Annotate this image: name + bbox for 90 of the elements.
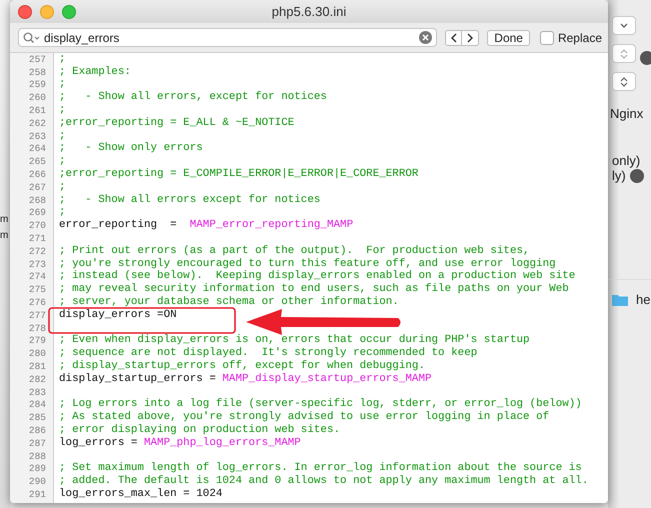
search-field[interactable]: display_errors <box>18 28 438 47</box>
code-line: ; As stated above, you're strongly advised to use error logging in place of <box>59 412 550 424</box>
line-number: 287 <box>28 438 46 449</box>
code-line: error_reporting = MAMP_error_reporting_MAMP <box>59 220 354 232</box>
line-number: 266 <box>28 169 46 180</box>
line-number: 290 <box>28 476 46 488</box>
background-text: ly) <box>612 168 626 183</box>
background-text: he <box>636 292 650 307</box>
code-line: log_errors_max_len = 1024 <box>59 488 222 500</box>
line-number: 261 <box>28 105 46 116</box>
previous-button[interactable] <box>445 30 462 46</box>
code-line: ; error displaying on production web sites. <box>59 425 340 436</box>
code-line: ; <box>59 182 66 193</box>
chevron-right-icon <box>466 32 474 42</box>
code-line: ; instead (see below). Keeping display_errors enabled on a production web site <box>59 271 576 282</box>
stepper-icon <box>620 76 628 86</box>
clear-icon[interactable] <box>419 31 432 44</box>
code-line: ; sequence are not displayed. It's strongly recommended to keep <box>59 348 478 360</box>
line-number: 273 <box>28 258 46 270</box>
line-number: 270 <box>28 220 46 232</box>
next-button[interactable] <box>462 30 480 46</box>
code-line: ;error_reporting = E_ALL & ~E_NOTICE <box>59 118 294 129</box>
replace-checkbox[interactable] <box>540 30 554 44</box>
code-line: ; Log errors into a log file (server-specific log, stderr, or error_log (below)) <box>59 399 582 410</box>
line-number: 282 <box>28 374 46 385</box>
code-line: ; - Show only errors <box>59 143 203 154</box>
line-number: 278 <box>28 322 46 334</box>
line-number: 259 <box>28 79 46 90</box>
code-line: ; display_startup_errors off, except for when debugging. <box>59 361 425 372</box>
line-number: 280 <box>28 348 46 360</box>
line-number: 286 <box>28 425 46 436</box>
code-line: ; added. The default is 1024 and 0 allows to not apply any maximum length at all. <box>59 476 588 488</box>
line-number: 275 <box>28 284 46 296</box>
line-number: 271 <box>28 233 46 244</box>
line-number: 262 <box>28 118 46 129</box>
zoom-button[interactable] <box>62 4 76 18</box>
line-number: 285 <box>28 412 46 424</box>
line-number: 284 <box>28 399 46 410</box>
code-line: ; Even when display_errors is on, errors that occur during PHP's startup <box>59 335 530 346</box>
background-text: only) <box>612 153 642 168</box>
code-line: ; <box>59 105 66 116</box>
code-line: ; - Show all errors, except for notices <box>59 92 327 104</box>
line-number: 258 <box>28 66 46 78</box>
background-text: m <box>0 230 10 241</box>
line-number: 260 <box>28 92 46 104</box>
code-line: ; Set maximum length of log_errors. In error_log information about the source is <box>59 463 582 474</box>
code-line: ; Print out errors (as a part of the output). For production web sites, <box>59 246 530 257</box>
background-text: m <box>0 214 10 225</box>
line-number: 272 <box>28 246 46 257</box>
close-button[interactable] <box>18 4 32 18</box>
code-line: ; server, your database schema or other information. <box>59 297 399 308</box>
line-number: 281 <box>28 361 46 372</box>
minimize-button[interactable] <box>40 4 54 18</box>
stepper-icon <box>620 48 628 58</box>
background-text: Nginx <box>610 106 644 121</box>
line-number: 269 <box>28 207 46 218</box>
line-number: 276 <box>28 297 46 308</box>
line-number: 257 <box>28 54 46 65</box>
folder-icon <box>612 294 628 306</box>
line-number: 265 <box>28 156 46 168</box>
line-number: 267 <box>28 182 46 193</box>
replace-label: Replace <box>558 30 602 44</box>
line-number: 268 <box>28 194 46 206</box>
code-line: ; <box>59 156 66 168</box>
line-number: 288 <box>28 450 46 462</box>
code-line: display_startup_errors = MAMP_display_startup_errors_MAMP <box>59 374 432 385</box>
code-line: ; <box>59 207 66 218</box>
line-number: 274 <box>28 271 46 282</box>
code-line: ; <box>59 79 66 90</box>
code-line: ; you're strongly encouraged to turn this feature off, and use error logging <box>59 258 556 270</box>
search-icon <box>23 32 41 44</box>
code-line: ; Examples: <box>59 66 131 78</box>
code-line: ; <box>59 130 66 142</box>
code-line: display_errors =ON <box>59 310 177 321</box>
line-number: 289 <box>28 463 46 474</box>
code-line: ; may reveal security information to end users, such as file paths on your Web <box>59 284 569 296</box>
code-line: ;error_reporting = E_COMPILE_ERROR|E_ERROR|E_CORE_ERROR <box>59 169 418 180</box>
line-number: 283 <box>28 386 46 398</box>
code-line: ; <box>59 54 66 65</box>
code-line: log_errors = MAMP_php_log_errors_MAMP <box>59 438 301 449</box>
line-number: 264 <box>28 143 46 154</box>
line-number: 277 <box>28 310 46 321</box>
line-number: 279 <box>28 335 46 346</box>
code-line: ; - Show all errors except for notices <box>59 194 320 206</box>
done-button[interactable]: Done <box>487 30 530 46</box>
line-number: 263 <box>28 130 46 142</box>
chevron-down-icon <box>620 22 628 28</box>
window-title: php5.6.30.ini <box>272 4 346 19</box>
chevron-left-icon <box>450 32 458 42</box>
line-number: 291 <box>28 488 46 500</box>
